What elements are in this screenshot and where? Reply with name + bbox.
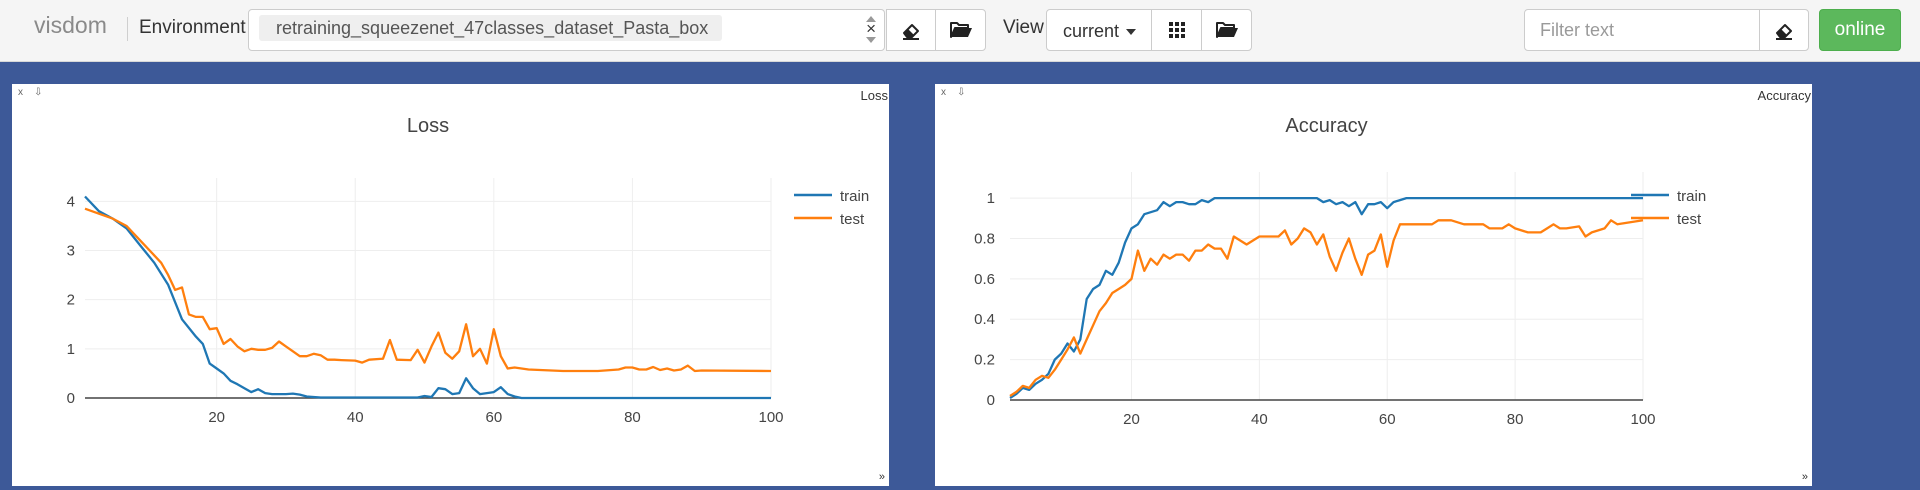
environment-selected-tag[interactable]: retraining_squeezenet_47classes_dataset_… (259, 15, 722, 41)
clear-environment-button[interactable] (886, 9, 936, 51)
y-tick-label: 0 (67, 390, 75, 407)
brand-logo[interactable]: visdom (34, 12, 107, 39)
chart-title: Loss (407, 115, 449, 137)
legend-label-test[interactable]: test (840, 211, 865, 228)
x-tick-label: 80 (1507, 411, 1524, 428)
y-tick-label: 1 (67, 341, 75, 358)
caret-down-icon (1126, 29, 1136, 35)
y-tick-label: 0.4 (974, 311, 995, 328)
environment-spinner[interactable] (866, 13, 878, 49)
y-tick-label: 0.6 (974, 271, 995, 288)
spinner-up-icon[interactable] (866, 16, 876, 22)
y-tick-label: 4 (67, 193, 75, 210)
eraser-icon (1776, 24, 1792, 40)
x-tick-label: 80 (624, 409, 641, 426)
navbar: visdom Environment retraining_squeezenet… (0, 0, 1920, 62)
y-tick-label: 1 (987, 190, 995, 207)
resize-icon[interactable]: » (879, 471, 885, 483)
repack-layout-button[interactable] (1151, 9, 1202, 51)
x-tick-label: 100 (1630, 411, 1655, 428)
view-selected-value: current (1063, 21, 1120, 41)
x-tick-label: 20 (208, 409, 225, 426)
navbar-divider (127, 17, 128, 41)
manage-views-button[interactable] (1201, 9, 1252, 51)
chart-title: Accuracy (1285, 115, 1367, 137)
x-tick-label: 60 (485, 409, 502, 426)
y-tick-label: 0.2 (974, 352, 995, 369)
grid-icon (1168, 22, 1185, 38)
x-tick-label: 40 (1251, 411, 1268, 428)
series-line-test[interactable] (1009, 219, 1644, 397)
legend-label-train[interactable]: train (1677, 188, 1706, 205)
clear-filter-button[interactable] (1759, 9, 1809, 51)
y-tick-label: 3 (67, 243, 75, 260)
folder-open-icon (949, 22, 972, 38)
online-status-button[interactable]: online (1819, 9, 1901, 51)
series-line-test[interactable] (84, 207, 772, 373)
y-tick-label: 0 (987, 392, 995, 409)
accuracy-chart[interactable]: Accuracy 20 40 60 80 100 0 0.2 0.4 0.6 0.8 1 train te… (935, 84, 1812, 486)
loss-plot-pane: x ⇩ Loss Loss 20 40 60 80 100 0 1 2 3 4 train test » (12, 84, 889, 486)
accuracy-plot-pane: x ⇩ Accuracy Accuracy 20 40 60 80 100 0 0.2 0.4 0… (935, 84, 1812, 486)
spinner-down-icon[interactable] (866, 37, 876, 43)
loss-chart[interactable]: Loss 20 40 60 80 100 0 1 2 3 4 train test (12, 84, 889, 486)
x-tick-label: 20 (1123, 411, 1140, 428)
y-tick-label: 2 (67, 292, 75, 309)
environment-select[interactable]: retraining_squeezenet_47classes_dataset_… (248, 9, 885, 51)
filter-text-input[interactable] (1524, 9, 1760, 51)
manage-environments-button[interactable] (935, 9, 986, 51)
eraser-icon (903, 24, 919, 40)
view-select[interactable]: current (1046, 9, 1152, 51)
x-tick-label: 60 (1379, 411, 1396, 428)
view-label: View (1003, 17, 1044, 38)
legend-label-train[interactable]: train (840, 188, 869, 205)
environment-label: Environment (139, 17, 246, 38)
x-tick-label: 100 (758, 409, 783, 426)
y-tick-label: 0.8 (974, 230, 995, 247)
resize-icon[interactable]: » (1802, 471, 1808, 483)
x-tick-label: 40 (347, 409, 364, 426)
legend-label-test[interactable]: test (1677, 211, 1702, 228)
folder-open-icon (1215, 22, 1238, 38)
